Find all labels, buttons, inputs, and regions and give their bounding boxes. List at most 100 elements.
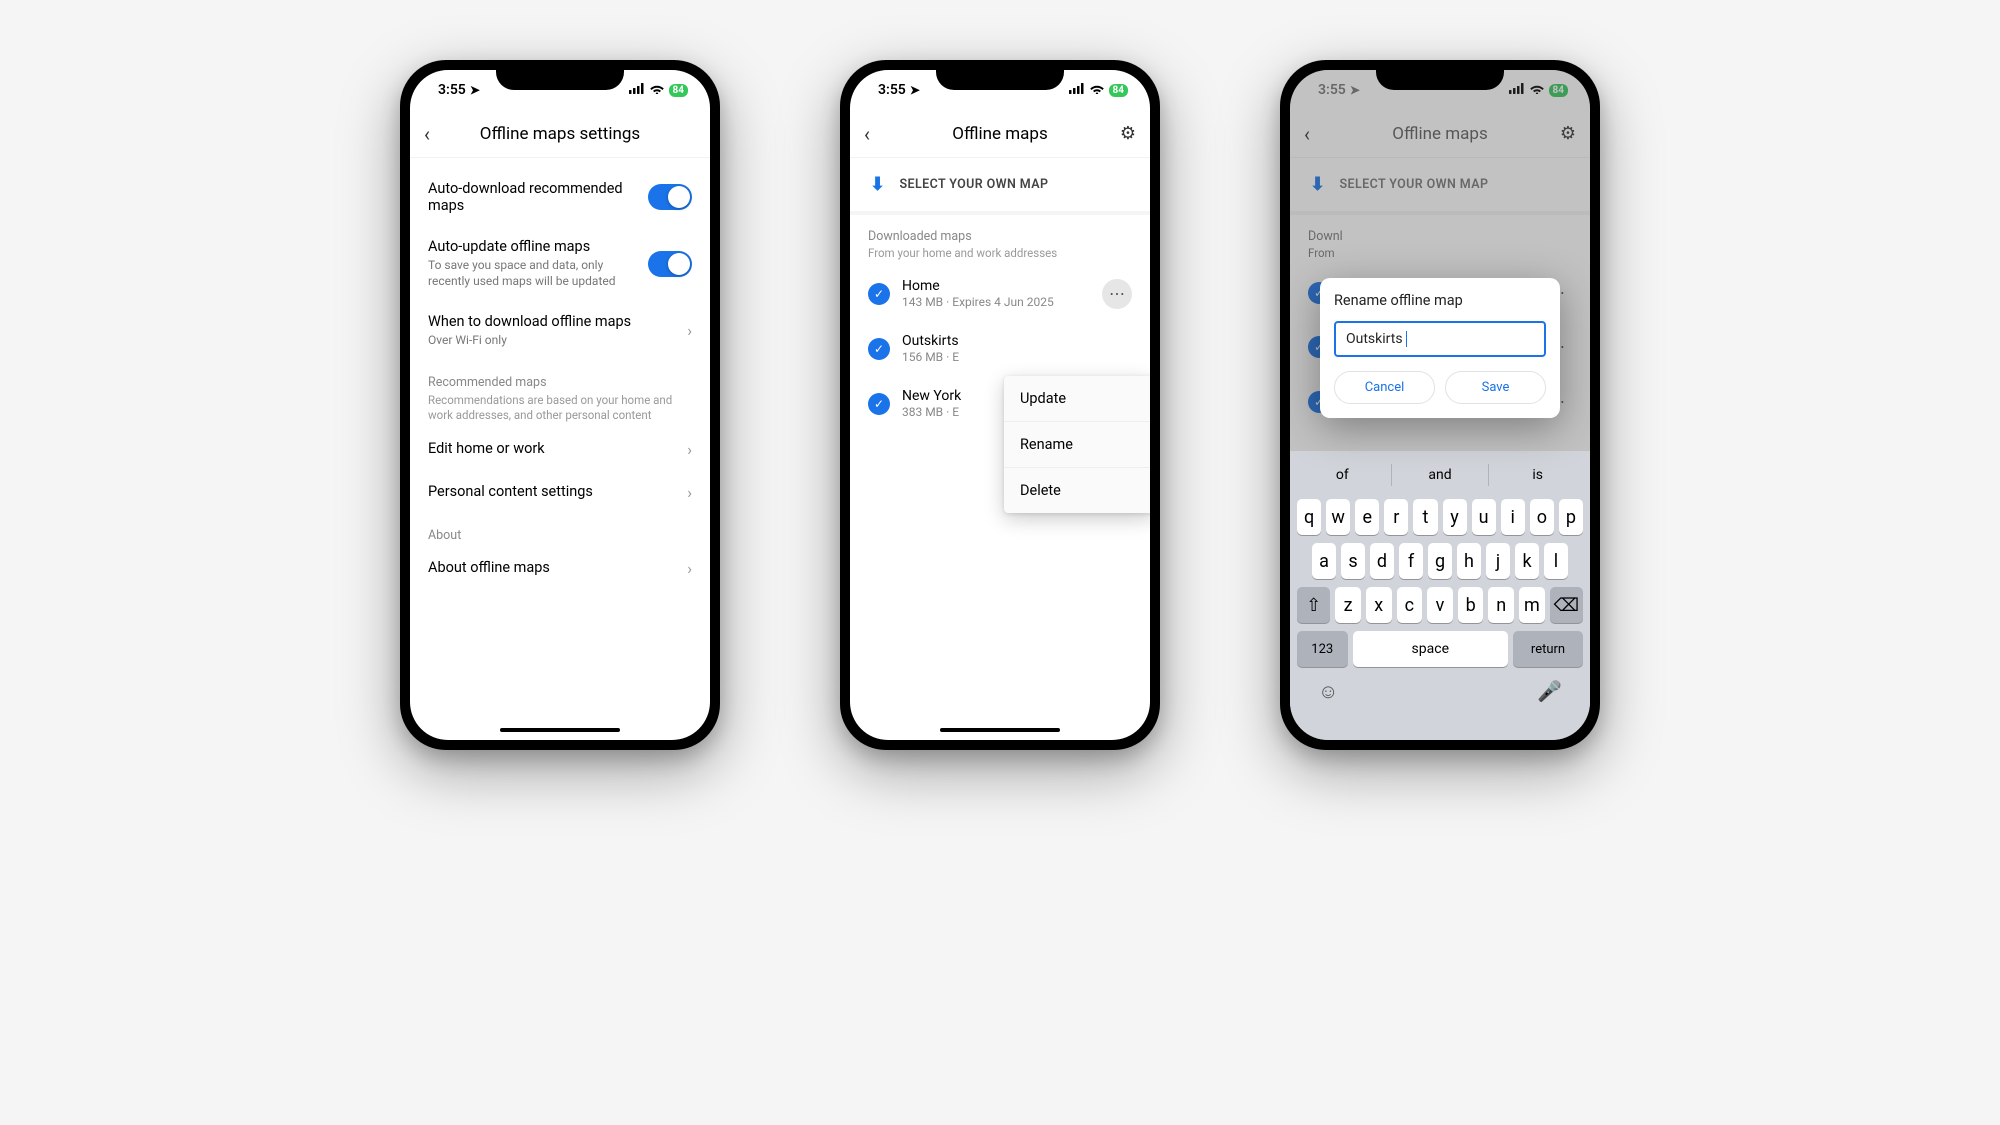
header-text: About [428,528,692,543]
menu-item-update[interactable]: Update [1004,376,1150,422]
save-button[interactable]: Save [1445,371,1546,404]
key-j[interactable]: j [1486,543,1510,579]
row-auto-download[interactable]: Auto-download recommended maps [410,168,710,226]
check-icon: ✓ [868,393,890,415]
wifi-icon [649,82,665,98]
key-x[interactable]: x [1366,587,1392,623]
map-meta: 156 MB · E [902,350,1132,364]
rename-dialog: Rename offline map Outskirts Cancel Save [1320,278,1560,418]
key-p[interactable]: p [1559,499,1583,535]
key-t[interactable]: t [1413,499,1437,535]
key-z[interactable]: z [1335,587,1361,623]
row-auto-update[interactable]: Auto-update offline maps To save you spa… [410,226,710,301]
key-y[interactable]: y [1443,499,1467,535]
check-icon: ✓ [868,338,890,360]
key-row-3: ⇧ z x c v b n m ⌫ [1294,587,1586,623]
map-row-home[interactable]: ✓ Home 143 MB · Expires 4 Jun 2025 ⋯ [850,266,1150,321]
key-l[interactable]: l [1544,543,1568,579]
key-a[interactable]: a [1312,543,1336,579]
return-key[interactable]: return [1513,631,1583,667]
chevron-right-icon: › [687,321,692,340]
toggle-auto-update[interactable] [648,251,692,277]
back-button[interactable]: ‹ [424,122,452,146]
header-sub: Recommendations are based on your home a… [428,393,692,424]
key-c[interactable]: c [1397,587,1423,623]
label: Personal content settings [428,483,675,500]
label: When to download offline maps [428,313,675,330]
mic-icon[interactable]: 🎤 [1537,679,1562,704]
text-cursor [1406,331,1407,347]
battery-icon: 84 [669,84,688,97]
rename-input[interactable]: Outskirts [1334,321,1546,357]
sub: To save you space and data, only recentl… [428,257,636,289]
battery-icon: 84 [1109,84,1128,97]
key-r[interactable]: r [1384,499,1408,535]
label: Auto-download recommended maps [428,180,636,214]
label: Edit home or work [428,440,675,457]
key-o[interactable]: o [1530,499,1554,535]
key-k[interactable]: k [1515,543,1539,579]
key-q[interactable]: q [1297,499,1321,535]
suggestion[interactable]: and [1392,467,1489,483]
status-bar: 3:55➤ 84 [850,70,1150,110]
dialog-title: Rename offline map [1334,292,1546,309]
label: Auto-update offline maps [428,238,636,255]
select-own-label: SELECT YOUR OWN MAP [899,177,1048,192]
key-n[interactable]: n [1488,587,1514,623]
suggestion[interactable]: of [1294,467,1391,483]
key-s[interactable]: s [1341,543,1365,579]
chevron-right-icon: › [687,559,692,578]
ios-keyboard[interactable]: of and is q w e r t y u i o p a s d f g … [1290,451,1590,740]
key-e[interactable]: e [1355,499,1379,535]
signal-icon [629,82,645,98]
location-arrow-icon: ➤ [470,83,480,97]
phone-settings: 3:55➤ 84 ‹ Offline maps settings Auto-do… [400,60,720,750]
row-about-offline-maps[interactable]: About offline maps › [410,547,710,590]
suggestion[interactable]: is [1489,467,1586,483]
row-personal-content[interactable]: Personal content settings › [410,471,710,514]
key-u[interactable]: u [1472,499,1496,535]
header-text: Recommended maps [428,375,692,390]
key-i[interactable]: i [1501,499,1525,535]
backspace-key[interactable]: ⌫ [1550,587,1583,623]
select-own-map-button[interactable]: ⬇ SELECT YOUR OWN MAP [850,158,1150,215]
page-title: Offline maps [892,124,1108,144]
key-h[interactable]: h [1457,543,1481,579]
context-menu: Update Rename Delete [1004,376,1150,513]
key-row-4: 123 space return [1294,631,1586,667]
more-button[interactable]: ⋯ [1102,279,1132,309]
header: ‹ Offline maps ⚙ [850,110,1150,158]
menu-item-delete[interactable]: Delete [1004,468,1150,513]
emoji-icon[interactable]: ☺ [1318,679,1338,704]
check-icon: ✓ [868,283,890,305]
key-v[interactable]: v [1427,587,1453,623]
section-recommended: Recommended maps Recommendations are bas… [410,361,710,428]
key-g[interactable]: g [1428,543,1452,579]
label: About offline maps [428,559,675,576]
row-edit-home-work[interactable]: Edit home or work › [410,428,710,471]
chevron-right-icon: › [687,483,692,502]
space-key[interactable]: space [1353,631,1509,667]
map-row-outskirts[interactable]: ✓ Outskirts 156 MB · E [850,321,1150,376]
section-sub: From your home and work addresses [850,246,1150,266]
wifi-icon [1089,82,1105,98]
row-when-download[interactable]: When to download offline maps Over Wi-Fi… [410,301,710,360]
shift-key[interactable]: ⇧ [1297,587,1330,623]
key-d[interactable]: d [1370,543,1394,579]
status-time: 3:55 [878,82,906,98]
numbers-key[interactable]: 123 [1297,631,1348,667]
key-w[interactable]: w [1326,499,1350,535]
page-title: Offline maps settings [452,124,668,144]
key-f[interactable]: f [1399,543,1423,579]
cancel-button[interactable]: Cancel [1334,371,1435,404]
key-b[interactable]: b [1458,587,1484,623]
toggle-auto-download[interactable] [648,184,692,210]
key-m[interactable]: m [1519,587,1545,623]
back-button[interactable]: ‹ [864,122,892,146]
menu-item-rename[interactable]: Rename [1004,422,1150,468]
section-downloaded-maps: Downloaded maps [850,215,1150,246]
status-bar: 3:55➤ 84 [410,70,710,110]
header: ‹ Offline maps settings [410,110,710,158]
phone-rename-dialog: 3:55➤ 84 ‹ Offline maps ⚙ ⬇ SELECT YOUR … [1280,60,1600,750]
gear-icon[interactable]: ⚙ [1108,123,1136,144]
